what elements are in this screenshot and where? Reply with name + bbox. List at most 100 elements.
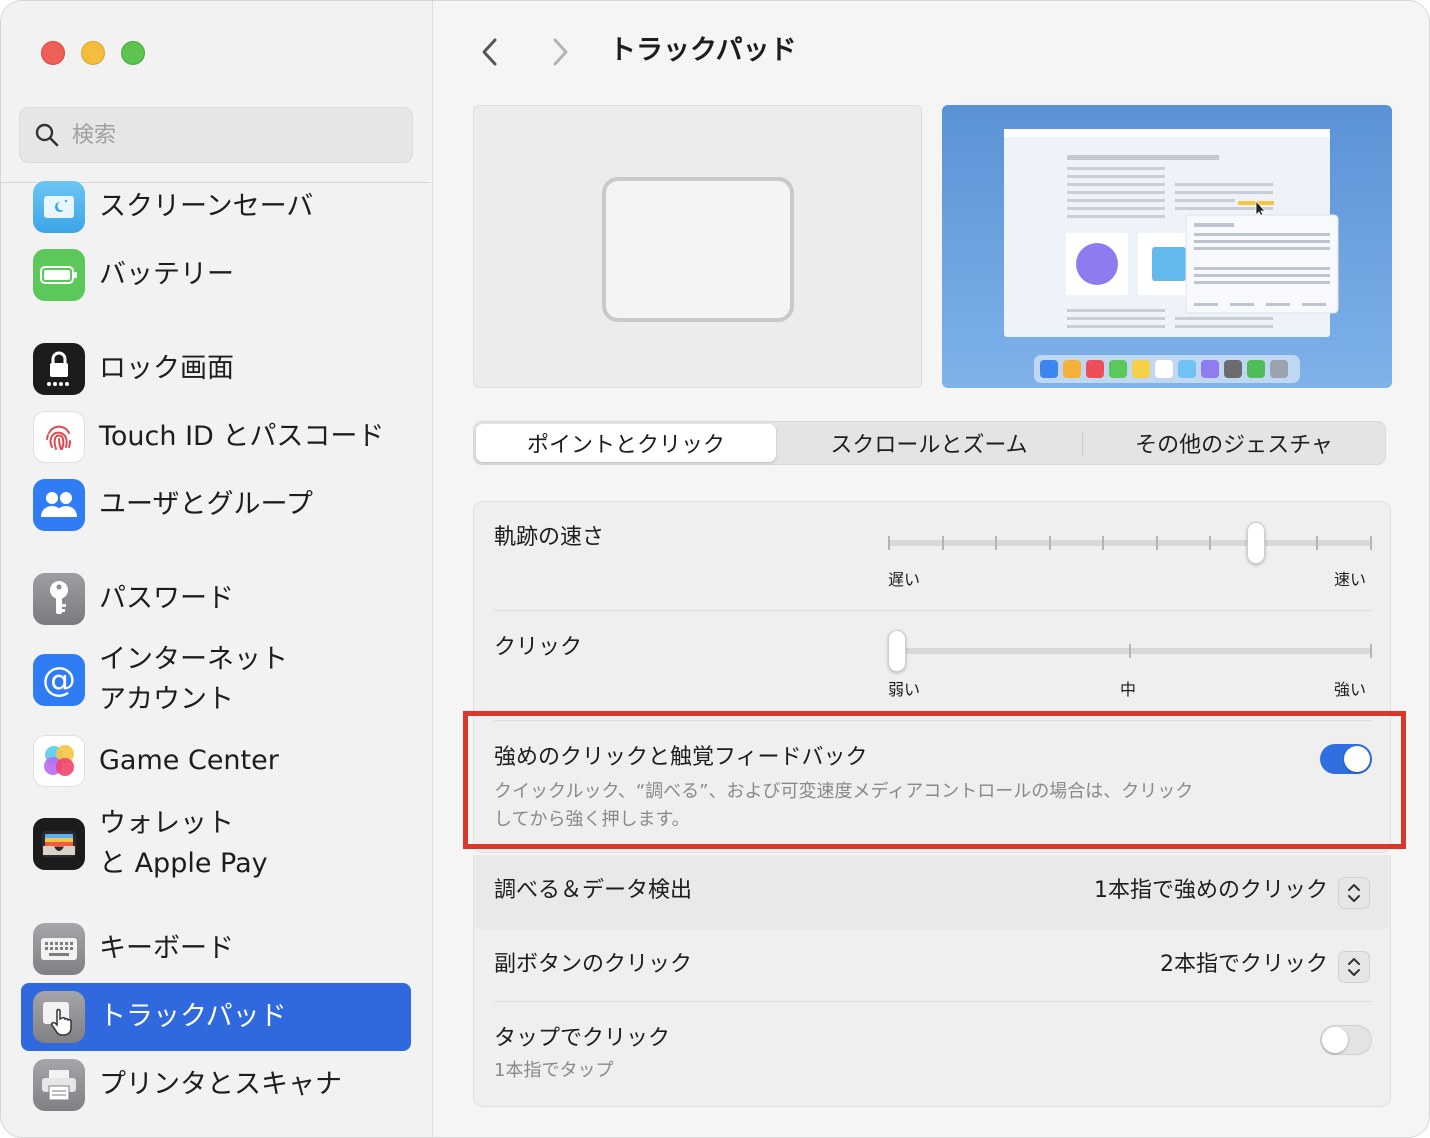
row-separator xyxy=(494,610,1372,611)
slider-tick xyxy=(995,536,998,550)
sidebar-item-screensaver[interactable]: スクリーンセーバ xyxy=(21,173,411,241)
sidebar-item-label: ロック画面 xyxy=(99,353,234,384)
sidebar-item-label: キーボード xyxy=(99,933,234,964)
desktop-demo-preview xyxy=(942,105,1392,388)
sidebar-item-lock-screen[interactable]: ロック画面 xyxy=(21,335,411,403)
sidebar-item-label-line2: アカウント xyxy=(99,684,234,715)
sidebar-item-label: パスワード xyxy=(99,583,234,614)
tracking-speed-min-label: 遅い xyxy=(888,570,921,589)
main-pane: トラックパッド ポイントとクリック スクロールとズーム その他のジェスチャ 軌跡… xyxy=(433,1,1429,1137)
sidebar-item-label: Game Center xyxy=(99,745,279,776)
chevron-right-icon xyxy=(553,38,568,66)
secondary-click-popup-button[interactable] xyxy=(1338,951,1370,983)
minimize-window-button[interactable] xyxy=(81,41,105,65)
keyboard-icon xyxy=(33,923,85,975)
click-pressure-slider[interactable] xyxy=(888,630,1372,680)
tab-separator xyxy=(1082,432,1083,456)
lookup-popup-button[interactable] xyxy=(1338,877,1370,909)
other-click-settings-group: 副ボタンのクリック 2本指でクリック タップでクリック 1本指でタップ xyxy=(473,929,1391,1107)
back-button[interactable] xyxy=(473,35,507,69)
users-icon xyxy=(33,479,85,531)
settings-window: スクリーンセーバ バッテリー ロック画面 Touch ID とパスコード xyxy=(0,0,1430,1138)
sidebar-item-label-line1: インターネット xyxy=(99,644,288,675)
tab-more-gestures[interactable]: その他のジェスチャ xyxy=(1084,424,1384,462)
sidebar-item-touch-id[interactable]: Touch ID とパスコード xyxy=(21,403,411,471)
tracking-speed-label: 軌跡の速さ xyxy=(494,525,605,550)
desktop-demo-illustration xyxy=(1004,129,1339,383)
zoom-window-button[interactable] xyxy=(121,41,145,65)
highlight-box xyxy=(463,711,1406,849)
trackpad-gesture-preview xyxy=(473,105,922,388)
sidebar-item-label: ユーザとグループ xyxy=(99,489,313,520)
click-mid-label: 中 xyxy=(1120,680,1137,699)
sidebar-item-label: バッテリー xyxy=(99,259,234,290)
lookup-row: 調べる＆データ検出 1本指で強めのクリック xyxy=(473,855,1391,929)
slider-tick xyxy=(1102,536,1105,550)
sidebar-item-label-line2: と Apple Pay xyxy=(99,848,268,879)
printer-icon xyxy=(33,1059,85,1111)
tab-point-and-click[interactable]: ポイントとクリック xyxy=(476,424,776,462)
fingerprint-icon xyxy=(33,411,85,463)
trackpad-illustration xyxy=(602,177,794,322)
secondary-click-popup-value[interactable]: 2本指でクリック xyxy=(1160,949,1328,981)
slider-knob[interactable] xyxy=(888,630,906,672)
lookup-popup-value[interactable]: 1本指で強めのクリック xyxy=(1094,875,1328,907)
slider-tick xyxy=(1209,536,1212,550)
sidebar-item-users-groups[interactable]: ユーザとグループ xyxy=(21,471,411,539)
sidebar-item-label: Touch ID とパスコード xyxy=(99,421,385,452)
tab-scroll-and-zoom[interactable]: スクロールとズーム xyxy=(779,424,1079,462)
lock-icon xyxy=(33,343,85,395)
page-title: トラックパッド xyxy=(609,35,797,66)
tracking-speed-max-label: 速い xyxy=(1334,570,1367,589)
sidebar-item-label-block: インターネット アカウント xyxy=(99,640,288,720)
game-center-icon xyxy=(33,735,85,787)
click-max-label: 強い xyxy=(1334,680,1367,699)
search-icon xyxy=(35,123,59,147)
at-icon: @ xyxy=(33,654,85,706)
sidebar-item-game-center[interactable]: Game Center xyxy=(21,727,411,795)
sidebar-item-internet-accounts[interactable]: @ インターネット アカウント xyxy=(21,641,411,719)
battery-icon xyxy=(33,249,85,301)
lookup-label: 調べる＆データ検出 xyxy=(494,878,693,903)
at-glyph: @ xyxy=(42,660,76,700)
sidebar-item-trackpad[interactable]: トラックパッド xyxy=(21,983,411,1051)
toggle-knob xyxy=(1322,1027,1348,1053)
search-input[interactable] xyxy=(72,122,372,148)
sidebar-item-keyboard[interactable]: キーボード xyxy=(21,915,411,983)
slider-tick xyxy=(941,536,944,550)
tap-to-click-toggle[interactable] xyxy=(1320,1025,1372,1055)
row-separator xyxy=(494,1001,1372,1002)
sidebar-item-label-line1: ウォレット xyxy=(99,808,234,839)
trackpad-icon xyxy=(33,991,85,1043)
tab-bar: ポイントとクリック スクロールとズーム その他のジェスチャ xyxy=(473,421,1386,465)
secondary-click-label: 副ボタンのクリック xyxy=(494,952,693,977)
slider-tick xyxy=(1370,644,1372,658)
sidebar: スクリーンセーバ バッテリー ロック画面 Touch ID とパスコード xyxy=(1,1,433,1137)
slider-tick xyxy=(888,536,890,550)
slider-tick xyxy=(1129,644,1131,658)
wallet-icon xyxy=(33,818,85,870)
sidebar-item-passwords[interactable]: パスワード xyxy=(21,565,411,633)
forward-button[interactable] xyxy=(543,35,577,69)
sidebar-item-printers[interactable]: プリンタとスキャナ xyxy=(21,1051,411,1119)
close-window-button[interactable] xyxy=(41,41,65,65)
sidebar-item-label-block: ウォレット と Apple Pay xyxy=(99,804,268,884)
tap-to-click-label: タップでクリック xyxy=(494,1026,671,1051)
sidebar-item-label: スクリーンセーバ xyxy=(99,191,314,222)
key-icon xyxy=(33,573,85,625)
screensaver-icon xyxy=(33,181,85,233)
sidebar-item-wallet[interactable]: ウォレット と Apple Pay xyxy=(21,803,411,885)
up-down-chevron-icon xyxy=(1348,958,1360,976)
slider-tick xyxy=(1316,536,1319,550)
search-field[interactable] xyxy=(19,107,413,163)
tap-to-click-sub: 1本指でタップ xyxy=(494,1060,614,1081)
sidebar-item-battery[interactable]: バッテリー xyxy=(21,241,411,309)
slider-knob[interactable] xyxy=(1246,522,1265,564)
sidebar-item-label: プリンタとスキャナ xyxy=(99,1069,342,1100)
chevron-left-icon xyxy=(482,38,497,66)
slider-tick xyxy=(1370,536,1372,550)
tracking-speed-slider[interactable] xyxy=(888,522,1372,572)
sidebar-item-label: トラックパッド xyxy=(99,1001,287,1032)
up-down-chevron-icon xyxy=(1348,884,1360,902)
slider-tick xyxy=(1048,536,1051,550)
